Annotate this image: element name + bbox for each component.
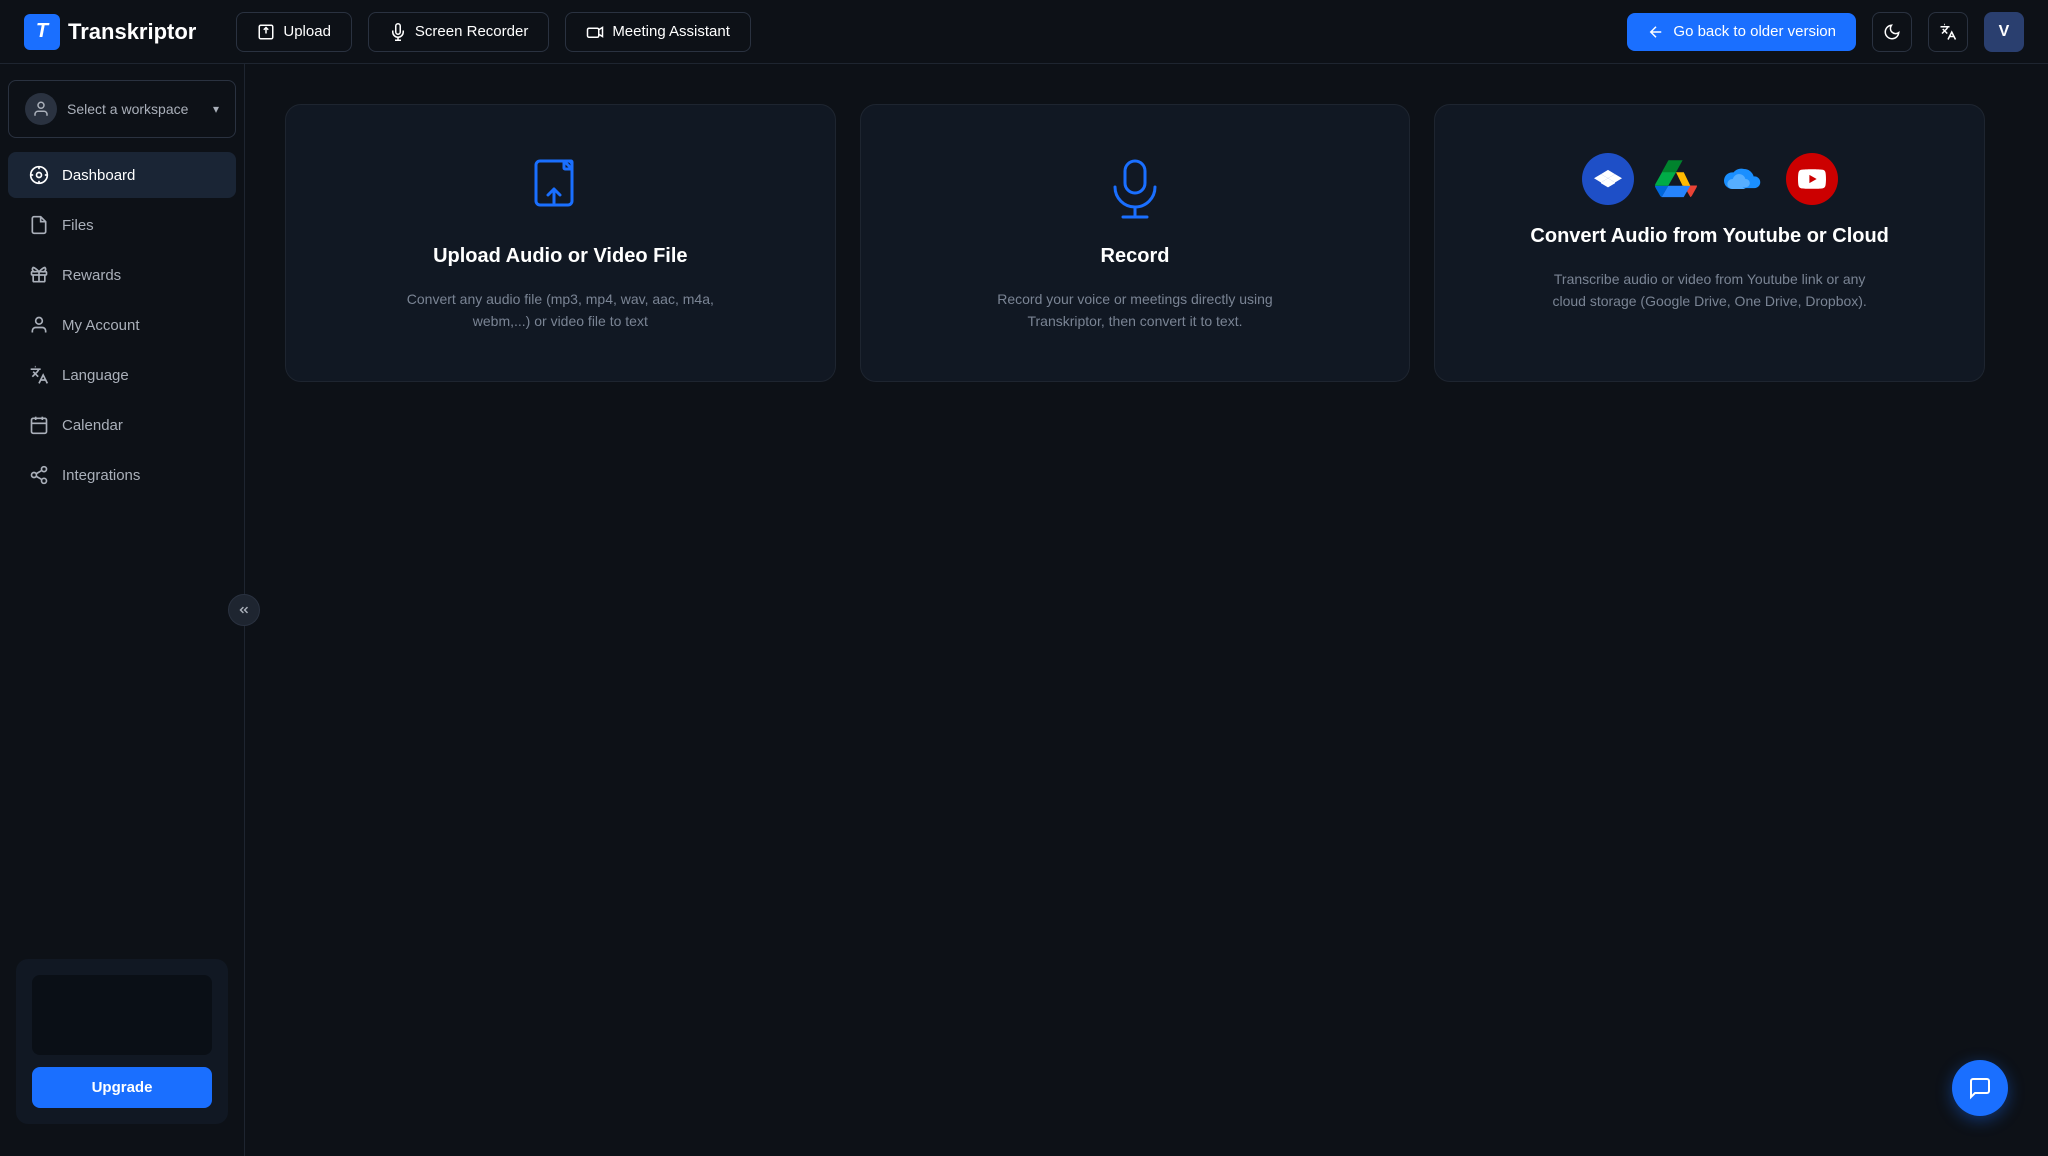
record-card[interactable]: Record Record your voice or meetings dir… [860, 104, 1411, 382]
record-card-desc: Record your voice or meetings directly u… [975, 288, 1295, 333]
cloud-card[interactable]: Convert Audio from Youtube or Cloud Tran… [1434, 104, 1985, 382]
logo: T Transkriptor [24, 14, 196, 50]
sidebar: Select a workspace ▾ Dashboard [0, 64, 245, 1156]
content-area: Upload Audio or Video File Convert any a… [245, 64, 2048, 1156]
sidebar-item-label: Integrations [62, 467, 140, 484]
sidebar-item-label: Rewards [62, 267, 121, 284]
upgrade-preview [32, 975, 212, 1055]
upload-card-icon [524, 153, 596, 225]
chevrons-left-icon [237, 603, 251, 617]
go-back-button[interactable]: Go back to older version [1627, 13, 1856, 51]
workspace-label: Select a workspace [67, 101, 203, 117]
upload-card-desc: Convert any audio file (mp3, mp4, wav, a… [400, 288, 720, 333]
upload-icon [257, 23, 275, 41]
upload-button[interactable]: Upload [236, 12, 352, 52]
sidebar-item-label: My Account [62, 317, 140, 334]
upload-card-title: Upload Audio or Video File [433, 245, 687, 268]
moon-icon [1883, 23, 1901, 41]
sidebar-item-rewards[interactable]: Rewards [8, 252, 236, 298]
logo-text: Transkriptor [68, 19, 196, 45]
sidebar-item-label: Calendar [62, 417, 123, 434]
cloud-card-title: Convert Audio from Youtube or Cloud [1530, 225, 1889, 248]
youtube-icon [1786, 153, 1838, 205]
upgrade-card: Upgrade [16, 959, 228, 1124]
chat-icon [1968, 1076, 1992, 1100]
sidebar-item-label: Files [62, 217, 94, 234]
logo-icon: T [24, 14, 60, 50]
integrations-icon [28, 464, 50, 486]
meeting-assistant-button[interactable]: Meeting Assistant [565, 12, 751, 52]
cards-grid: Upload Audio or Video File Convert any a… [285, 104, 1985, 382]
record-card-icon [1099, 153, 1171, 225]
files-icon [28, 214, 50, 236]
go-back-icon [1647, 23, 1665, 41]
sidebar-item-files[interactable]: Files [8, 202, 236, 248]
cloud-icons [1582, 153, 1838, 205]
chevron-down-icon: ▾ [213, 102, 219, 116]
sidebar-item-my-account[interactable]: My Account [8, 302, 236, 348]
upload-card[interactable]: Upload Audio or Video File Convert any a… [285, 104, 836, 382]
sidebar-item-dashboard[interactable]: Dashboard [8, 152, 236, 198]
navbar: T Transkriptor Upload Screen Recorder Me… [0, 0, 2048, 64]
upgrade-button[interactable]: Upgrade [32, 1067, 212, 1108]
dashboard-icon [28, 164, 50, 186]
sidebar-bottom: Upgrade [0, 943, 244, 1140]
microphone-icon [389, 23, 407, 41]
workspace-icon [25, 93, 57, 125]
cloud-card-desc: Transcribe audio or video from Youtube l… [1550, 268, 1870, 313]
language-icon [28, 364, 50, 386]
sidebar-item-calendar[interactable]: Calendar [8, 402, 236, 448]
meeting-icon [586, 23, 604, 41]
theme-toggle-button[interactable] [1872, 12, 1912, 52]
dropbox-icon [1582, 153, 1634, 205]
sidebar-item-integrations[interactable]: Integrations [8, 452, 236, 498]
collapse-sidebar-button[interactable] [228, 594, 260, 626]
calendar-icon [28, 414, 50, 436]
my-account-icon [28, 314, 50, 336]
onedrive-icon [1718, 153, 1770, 205]
screen-recorder-button[interactable]: Screen Recorder [368, 12, 549, 52]
rewards-icon [28, 264, 50, 286]
google-drive-icon [1650, 153, 1702, 205]
chat-button[interactable] [1952, 1060, 2008, 1116]
workspace-selector[interactable]: Select a workspace ▾ [8, 80, 236, 138]
translate-icon [1939, 23, 1957, 41]
sidebar-item-label: Language [62, 367, 129, 384]
sidebar-item-label: Dashboard [62, 167, 135, 184]
avatar-button[interactable]: V [1984, 12, 2024, 52]
main-layout: Select a workspace ▾ Dashboard [0, 64, 2048, 1156]
record-card-title: Record [1101, 245, 1170, 268]
sidebar-item-language[interactable]: Language [8, 352, 236, 398]
language-button[interactable] [1928, 12, 1968, 52]
